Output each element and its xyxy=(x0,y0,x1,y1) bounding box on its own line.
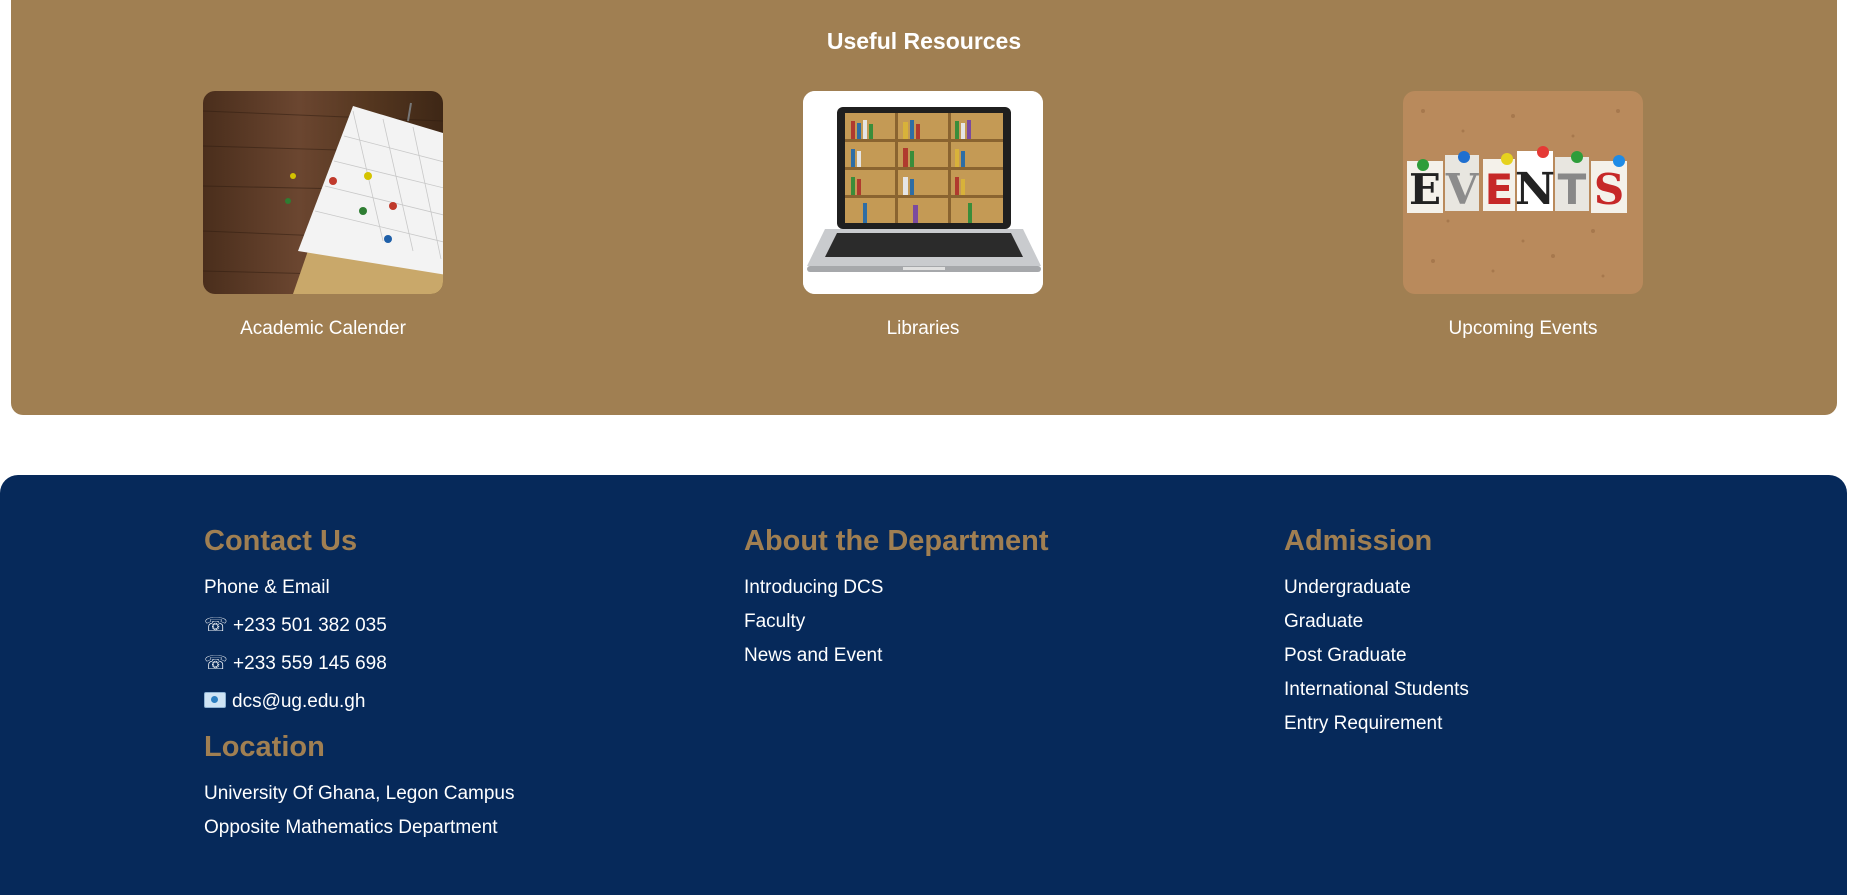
location-line-2: Opposite Mathematics Department xyxy=(204,817,498,838)
footer-link-entry-requirement[interactable]: Entry Requirement xyxy=(1284,707,1469,741)
phone-row-2[interactable]: ☏ +233 559 145 698 xyxy=(204,645,515,683)
svg-text:E: E xyxy=(1409,165,1441,214)
phone-number-1[interactable]: +233 501 382 035 xyxy=(233,615,387,636)
events-board-image[interactable]: E V E N T S xyxy=(1403,91,1643,294)
footer-link-introducing-dcs[interactable]: Introducing DCS xyxy=(744,571,1049,605)
footer-link-graduate[interactable]: Graduate xyxy=(1284,605,1469,639)
email-link[interactable]: dcs@ug.edu.gh xyxy=(232,691,365,712)
footer-link-faculty[interactable]: Faculty xyxy=(744,605,1049,639)
phone-icon: ☏ xyxy=(204,615,228,636)
location-heading: Location xyxy=(204,731,325,763)
card-caption[interactable]: Libraries xyxy=(803,318,1043,340)
about-heading: About the Department xyxy=(744,525,1049,557)
card-caption[interactable]: Upcoming Events xyxy=(1403,318,1643,340)
email-icon xyxy=(204,692,226,708)
footer-link-undergraduate[interactable]: Undergraduate xyxy=(1284,571,1469,605)
about-column: About the Department Introducing DCS Fac… xyxy=(744,521,1049,673)
resource-card-upcoming-events[interactable]: E V E N T S Upcoming Events xyxy=(1403,91,1643,340)
contact-subtitle: Phone & Email xyxy=(204,577,330,598)
svg-text:S: S xyxy=(1594,165,1624,214)
footer-link-post-graduate[interactable]: Post Graduate xyxy=(1284,639,1469,673)
admission-column: Admission Undergraduate Graduate Post Gr… xyxy=(1284,521,1469,741)
phone-icon: ☏ xyxy=(204,653,228,674)
admission-heading: Admission xyxy=(1284,525,1433,557)
contact-column: Contact Us Phone & Email ☏ +233 501 382 … xyxy=(204,521,515,845)
calendar-image[interactable] xyxy=(203,91,443,294)
laptop-bookshelf-image[interactable] xyxy=(803,91,1043,294)
svg-text:T: T xyxy=(1558,165,1587,214)
footer-link-news-and-event[interactable]: News and Event xyxy=(744,639,1049,673)
resource-card-academic-calendar[interactable]: Academic Calender xyxy=(203,91,443,340)
phone-row-1[interactable]: ☏ +233 501 382 035 xyxy=(204,607,515,645)
contact-heading: Contact Us xyxy=(204,525,358,557)
section-title: Useful Resources xyxy=(826,28,1022,54)
site-footer: Contact Us Phone & Email ☏ +233 501 382 … xyxy=(0,475,1847,895)
email-row[interactable]: dcs@ug.edu.gh xyxy=(204,683,515,721)
useful-resources-section: Useful Resources Academic Calender Libra… xyxy=(11,0,1837,415)
svg-text:N: N xyxy=(1515,164,1555,215)
svg-text:E: E xyxy=(1485,165,1514,214)
footer-link-international-students[interactable]: International Students xyxy=(1284,673,1469,707)
svg-text:V: V xyxy=(1445,165,1480,214)
phone-number-2[interactable]: +233 559 145 698 xyxy=(233,653,387,674)
resource-card-libraries[interactable]: Libraries xyxy=(803,91,1043,340)
card-caption[interactable]: Academic Calender xyxy=(203,318,443,340)
location-line-1: University Of Ghana, Legon Campus xyxy=(204,783,515,804)
